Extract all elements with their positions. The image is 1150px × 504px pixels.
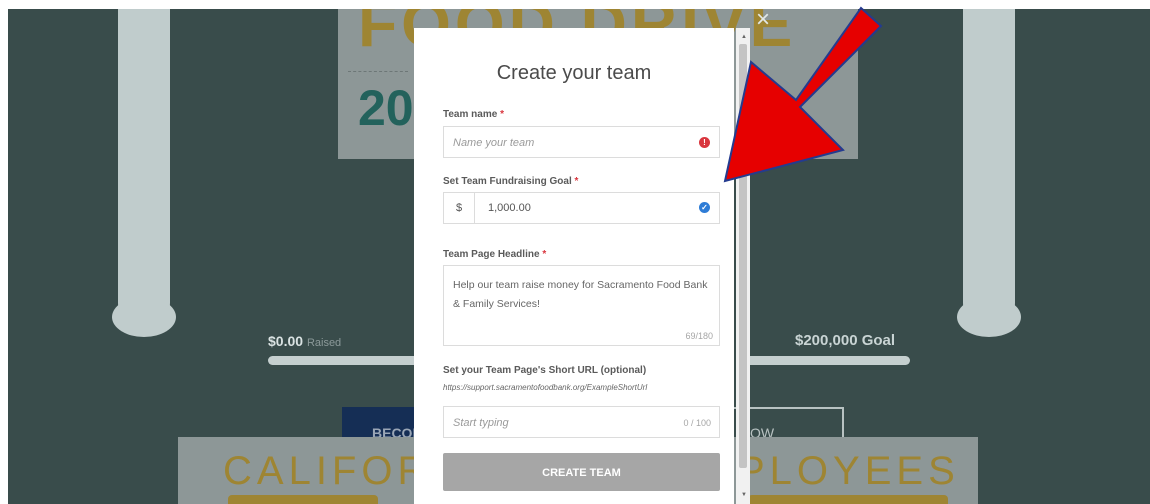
team-name-input[interactable]: Name your team ! <box>443 126 720 158</box>
goal-value: 1,000.00 <box>488 202 531 214</box>
bg-bottom-text-left: CALIFOR <box>223 449 432 493</box>
error-icon: ! <box>699 137 710 148</box>
scroll-down-icon[interactable]: ▼ <box>741 492 747 498</box>
headline-textarea[interactable]: Help our team raise money for Sacramento… <box>443 265 720 346</box>
scrollbar-thumb[interactable] <box>739 44 747 468</box>
headline-value: Help our team raise money for Sacramento… <box>453 279 708 310</box>
scroll-up-icon[interactable]: ▲ <box>741 34 747 40</box>
create-team-button[interactable]: CREATE TEAM <box>443 453 720 491</box>
short-url-label: Set your Team Page's Short URL (optional… <box>443 365 647 376</box>
short-url-placeholder: Start typing <box>453 417 509 429</box>
create-team-modal: Create your team Team name * Name your t… <box>414 28 734 504</box>
goal-input[interactable]: $ 1,000.00 ✓ <box>443 192 720 224</box>
headline-label-text: Team Page Headline <box>443 249 540 260</box>
bg-bottom-title-right <box>748 495 948 504</box>
bg-title-line2: 20 <box>358 80 414 136</box>
currency-symbol: $ <box>444 193 475 223</box>
headline-label: Team Page Headline * <box>443 249 546 260</box>
short-url-hint: https://support.sacramentofoodbank.org/E… <box>443 383 648 392</box>
bg-bottom-title-left <box>228 495 378 504</box>
required-mark: * <box>574 176 579 187</box>
goal-label: Set Team Fundraising Goal * <box>443 176 578 187</box>
raised-label: Raised <box>306 337 342 349</box>
short-url-char-counter: 0 / 100 <box>683 418 711 428</box>
required-mark: * <box>500 109 504 120</box>
team-name-label-text: Team name <box>443 109 498 120</box>
progress-bar-end <box>744 356 910 365</box>
progress-bar <box>268 356 428 365</box>
modal-title: Create your team <box>496 62 652 84</box>
required-mark: * <box>542 249 547 260</box>
bg-divider <box>348 71 408 72</box>
short-url-input[interactable]: Start typing 0 / 100 <box>443 406 720 438</box>
goal-label-text: Set Team Fundraising Goal <box>443 176 572 187</box>
bg-bottom-text-right: PLOYEES <box>738 449 960 493</box>
goal-amount: $200,000 Goal <box>795 332 896 349</box>
close-modal-icon[interactable]: × <box>756 8 770 32</box>
raised-value: $0.00 <box>268 333 304 349</box>
headline-char-counter: 69/180 <box>685 331 713 341</box>
team-name-label: Team name * <box>443 109 504 120</box>
check-icon: ✓ <box>699 202 710 213</box>
team-name-placeholder: Name your team <box>453 137 535 149</box>
spoon-illustration-right <box>957 9 1021 337</box>
fork-illustration-left <box>112 9 176 337</box>
raised-amount: $0.00 Raised <box>268 333 341 349</box>
